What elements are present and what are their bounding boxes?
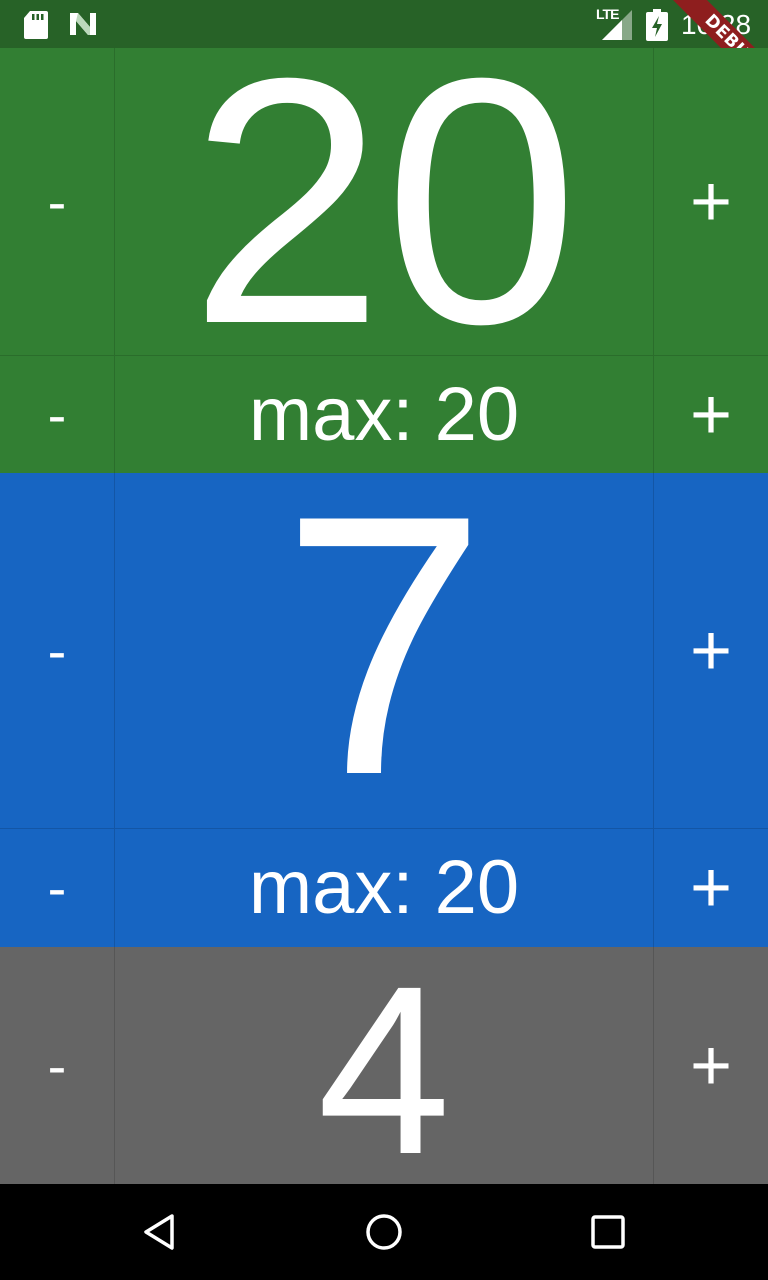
counter-grey: - 4 +	[0, 947, 768, 1184]
back-icon[interactable]	[140, 1212, 180, 1252]
plus-label: +	[689, 161, 733, 242]
recent-apps-icon[interactable]	[588, 1212, 628, 1252]
plus-label: +	[689, 848, 733, 928]
battery-charging-icon	[646, 9, 668, 41]
increment-max-button[interactable]: +	[653, 829, 768, 947]
counter-max: max: 20	[248, 845, 520, 930]
counter-value-area: 7	[115, 460, 653, 830]
plus-label: +	[689, 374, 733, 455]
counter-value: 20	[189, 5, 579, 397]
signal-icon	[602, 10, 632, 40]
decrement-value-button[interactable]: -	[0, 947, 115, 1184]
decrement-max-button[interactable]: -	[0, 829, 115, 947]
clock: 10:28	[681, 9, 752, 40]
minus-label: -	[47, 618, 67, 682]
minus-label: -	[47, 1033, 67, 1097]
counter-value-area: 20	[115, 26, 653, 376]
counter-value-row: - 20 +	[0, 26, 768, 376]
increment-value-button[interactable]: +	[653, 947, 768, 1184]
increment-max-button[interactable]: +	[653, 356, 768, 473]
sd-card-icon	[24, 11, 48, 39]
counter-value-row: - 4 +	[0, 947, 768, 1184]
plus-label: +	[689, 1025, 733, 1106]
counter-blue: - 7 + - max: 20 +	[0, 460, 768, 947]
minus-label: -	[47, 856, 67, 919]
n-logo-icon	[70, 13, 96, 35]
increment-value-button[interactable]: +	[653, 48, 768, 355]
counter-green: - 20 + - max: 20 +	[0, 26, 768, 473]
counter-value-row: - 7 +	[0, 460, 768, 830]
minus-label: -	[47, 169, 67, 233]
counter-value: 7	[281, 438, 487, 852]
plus-label: +	[689, 610, 733, 691]
counter-max-area: max: 20	[115, 829, 653, 947]
decrement-value-button[interactable]: -	[0, 473, 115, 828]
decrement-value-button[interactable]: -	[0, 48, 115, 355]
increment-value-button[interactable]: +	[653, 473, 768, 828]
home-icon[interactable]	[364, 1212, 404, 1252]
counter-value: 4	[317, 947, 451, 1185]
navigation-bar	[0, 1184, 768, 1280]
minus-label: -	[47, 382, 67, 446]
decrement-max-button[interactable]: -	[0, 356, 115, 473]
counter-max-row: - max: 20 +	[0, 828, 768, 947]
counter-value-area: 4	[115, 947, 653, 1185]
